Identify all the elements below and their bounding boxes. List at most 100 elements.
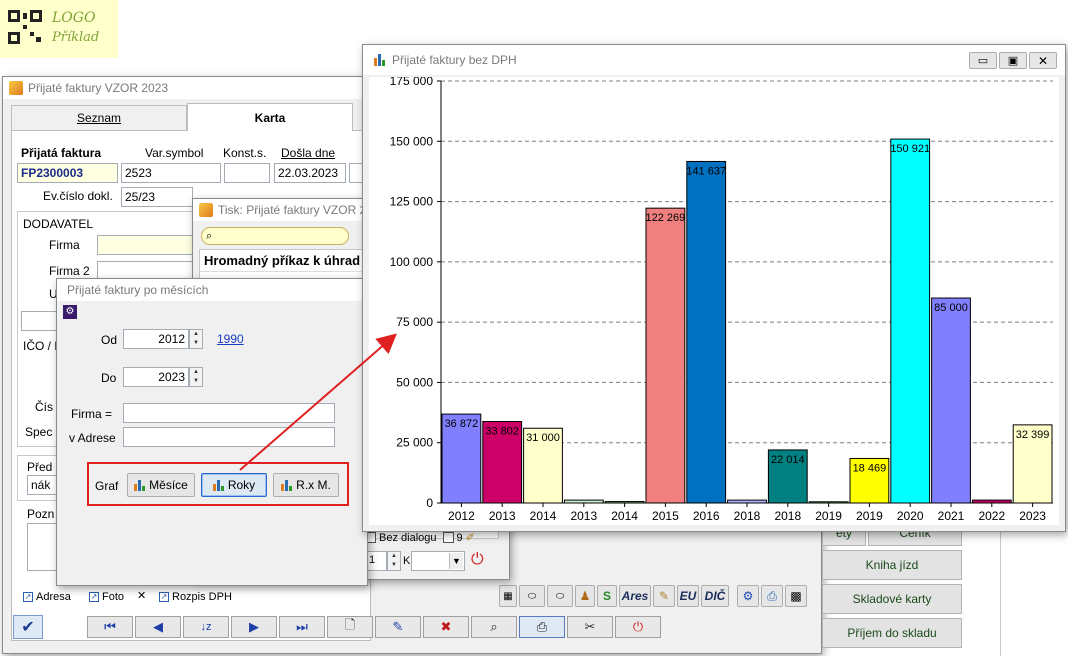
do-label: Do (101, 371, 117, 385)
graf-mesice-label: Měsíce (149, 478, 188, 492)
od-year-field[interactable]: 2012 (123, 329, 189, 349)
qr-icon[interactable]: ▩ (785, 585, 807, 607)
y-tick-label: 25 000 (396, 436, 433, 450)
bar-chart-icon (281, 479, 293, 491)
od-year-stepper[interactable]: ▲ ▼ (189, 329, 203, 349)
link-arrow-icon: ↗ (159, 592, 169, 602)
y-tick-label: 0 (426, 496, 433, 510)
bez-dialogu-checkbox[interactable]: Bez dialogu 9 ✐ (365, 531, 475, 544)
new-record-button[interactable]: 🗋 (327, 616, 373, 638)
delete-record-button[interactable]: ✖ (423, 616, 469, 638)
firma-label: Firma (49, 238, 80, 252)
monthly-dialog: Přijaté faktury po měsících ⚙ Od 2012 ▲ ▼… (56, 278, 368, 586)
sort-button[interactable]: ↓z (183, 616, 229, 638)
graf-rxm-button[interactable]: R.x M. (273, 473, 339, 497)
logo-line1: LOGO (52, 10, 96, 26)
bar-chart-icon (212, 479, 225, 491)
print-search-input[interactable]: ⌕ (201, 227, 349, 245)
logo-line2: Příklad (52, 30, 100, 45)
prev-record-button[interactable]: ◀ (135, 616, 181, 638)
do-year-field[interactable]: 2023 (123, 367, 189, 387)
tab-seznam[interactable]: Seznam (11, 105, 187, 131)
monthly-dialog-titlebar[interactable]: Přijaté faktury po měsících (57, 279, 367, 301)
firma-field[interactable] (97, 235, 193, 255)
power-button[interactable]: ⏻ (615, 616, 661, 638)
dic-button[interactable]: DIČ (701, 585, 729, 607)
cis-label: Čís (35, 400, 53, 414)
graf-mesice-button[interactable]: Měsíce (127, 473, 195, 497)
footer-link-adresa[interactable]: ↗ Adresa (23, 591, 71, 603)
wrench-icon[interactable]: ✐ (466, 531, 475, 544)
x-tick-label: 2018 (774, 509, 801, 523)
footer-link-rozpis[interactable]: ↗ Rozpis DPH (159, 591, 232, 603)
copies-checkbox[interactable] (442, 532, 454, 543)
bar (727, 499, 767, 504)
print-count-field[interactable]: 1 (365, 551, 387, 571)
print-count-stepper[interactable]: ▲ ▼ (387, 551, 401, 571)
graf-roky-button[interactable]: Roky (201, 473, 267, 497)
cz-map2-icon[interactable]: ⬭ (547, 585, 573, 607)
eu-button[interactable]: EU (677, 585, 699, 607)
chart-window-titlebar[interactable]: Přijaté faktury bez DPH (363, 45, 1065, 75)
settings-gear-icon[interactable]: ⚙ (63, 305, 77, 319)
close-icon[interactable]: ✕ (1029, 52, 1057, 69)
print-k-label: K (403, 555, 411, 567)
ares-label: Ares (621, 589, 649, 603)
ev-cislo-field[interactable]: 25/23 (121, 187, 193, 207)
last-record-button[interactable]: ⏭ (279, 616, 325, 638)
od-link-1990[interactable]: 1990 (217, 332, 244, 346)
footer-link-foto[interactable]: ↗ Foto (89, 591, 124, 603)
side-button-prijem[interactable]: Příjem do skladu (822, 618, 962, 648)
confirm-button[interactable]: ✔ (13, 615, 43, 639)
konst-field[interactable] (224, 163, 270, 183)
s-logo-icon[interactable]: S (597, 585, 617, 607)
x-tick-label: 2021 (938, 509, 965, 523)
person-icon[interactable]: ♟ (575, 585, 595, 607)
spec-label: Spec (25, 425, 53, 439)
bar-chart-icon (373, 53, 387, 67)
var-symbol-field[interactable]: 2523 (121, 163, 221, 183)
cz-map-icon[interactable]: ⬭ (519, 585, 545, 607)
side-button-prijem-label: Příjem do skladu (847, 626, 937, 640)
print-power-icon[interactable]: ⏻ (471, 551, 484, 569)
print-button[interactable]: ⎙ (519, 616, 565, 638)
dosla-field[interactable]: 22.03.2023 (274, 163, 346, 183)
restore-icon[interactable]: ▣ (999, 52, 1027, 69)
tab-karta[interactable]: Karta (187, 103, 353, 131)
footer-link-foto-label: Foto (102, 591, 125, 603)
x-tick-label: 2014 (530, 509, 557, 523)
first-record-button[interactable]: ⏮ (87, 616, 133, 638)
adrese-filter-label: v Adrese (69, 431, 116, 445)
print-dialog-title: Tisk: Přijaté faktury VZOR 2 (218, 203, 367, 217)
address-field[interactable] (21, 311, 59, 331)
pin-icon[interactable]: ✕ (137, 589, 146, 602)
edit-record-button[interactable]: ✎ (375, 616, 421, 638)
data-label: 32 399 (1016, 429, 1050, 441)
side-button-kniha-jizd[interactable]: Kniha jízd (822, 550, 962, 580)
do-year-stepper[interactable]: ▲ ▼ (189, 367, 203, 387)
next-record-button[interactable]: ▶ (231, 616, 277, 638)
calc-icon[interactable]: ▦ (499, 585, 517, 607)
adrese-filter-field[interactable] (123, 427, 335, 447)
minimize-icon[interactable]: ▭ (969, 52, 997, 69)
data-label: 22 014 (771, 454, 805, 466)
x-tick-label: 2013 (570, 509, 597, 523)
find-button[interactable]: ⌕ (471, 616, 517, 638)
bar (686, 160, 727, 504)
invoice-number-field[interactable]: FP2300003 (17, 163, 118, 183)
tab-bar: Seznam Karta (11, 103, 371, 131)
scanner-icon[interactable]: ⎙ (761, 585, 783, 607)
tools-button[interactable]: ✂ (567, 616, 613, 638)
edit-doc-icon[interactable]: ✎ (653, 585, 675, 607)
bar (890, 138, 931, 504)
firma-filter-field[interactable] (123, 403, 335, 423)
var-symbol-label: Var.symbol (145, 146, 204, 160)
gear-group-icon[interactable]: ⚙ (737, 585, 759, 607)
link-arrow-icon: ↗ (23, 592, 33, 602)
y-tick-label: 50 000 (396, 375, 433, 389)
ares-button[interactable]: Ares (619, 585, 651, 607)
chevron-down-icon[interactable]: ▼ (449, 553, 463, 569)
link-arrow-icon: ↗ (89, 592, 99, 602)
side-button-skladove-karty[interactable]: Skladové karty (822, 584, 962, 614)
dosla-extra-field[interactable] (349, 163, 363, 183)
